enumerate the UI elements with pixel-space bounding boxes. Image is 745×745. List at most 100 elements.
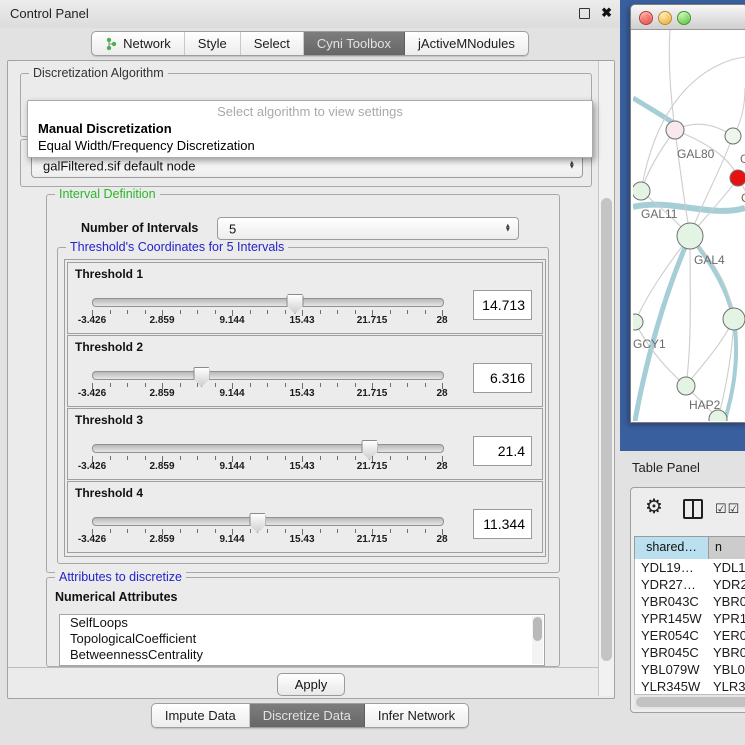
network-edge[interactable] xyxy=(669,30,675,130)
threshold-value-field[interactable]: 21.4 xyxy=(473,436,532,466)
table-row[interactable]: YPR145WYPR14 xyxy=(635,610,745,627)
node-label: GAL80 xyxy=(677,147,715,161)
apply-button[interactable]: Apply xyxy=(277,673,345,696)
bottom-tab-bar: Impute Data Discretize Data Infer Network xyxy=(0,703,620,728)
tab-style[interactable]: Style xyxy=(185,32,241,55)
combo-arrows-icon: ▲▼ xyxy=(505,224,511,233)
network-edge[interactable] xyxy=(686,236,690,386)
network-canvas[interactable]: GAL80GACGAL11GAL4GCY1HHAP2 xyxy=(633,30,745,421)
threshold-slider[interactable] xyxy=(92,517,444,526)
network-node[interactable] xyxy=(633,314,643,330)
content-scrollbar[interactable] xyxy=(598,61,614,696)
cell-name: YDR27 xyxy=(709,576,745,593)
network-node[interactable] xyxy=(723,308,745,330)
algorithm-dropdown-popup: Select algorithm to view settings Manual… xyxy=(27,100,593,158)
tab-label: Select xyxy=(254,36,290,51)
table-row[interactable]: YBL079WYBL07 xyxy=(635,661,745,678)
cell-shared-name: YLR345W xyxy=(635,678,709,695)
threshold-value-field[interactable]: 14.713 xyxy=(473,290,532,320)
threshold-label: Threshold 4 xyxy=(75,486,143,500)
network-node[interactable] xyxy=(730,170,745,186)
cell-name: YDL19 xyxy=(709,559,745,576)
attribute-list-item[interactable]: BetweennessCentrality xyxy=(60,647,544,663)
float-window-icon[interactable] xyxy=(579,8,590,19)
num-intervals-value: 5 xyxy=(229,221,236,236)
tab-impute-data[interactable]: Impute Data xyxy=(152,704,250,727)
tab-network[interactable]: Network xyxy=(92,32,185,55)
panel-title: Control Panel xyxy=(10,6,89,21)
table-header-row: shared… n xyxy=(634,536,745,561)
attributes-group-title: Attributes to discretize xyxy=(55,570,186,584)
tab-cyni-toolbox[interactable]: Cyni Toolbox xyxy=(304,32,405,55)
tab-label: Cyni Toolbox xyxy=(317,36,391,51)
network-node[interactable] xyxy=(725,128,741,144)
attribute-list-item[interactable]: TopologicalCoefficient xyxy=(60,631,544,647)
control-panel: Control Panel ✖ Network Style Select Cyni T… xyxy=(0,0,620,745)
node-label: HAP2 xyxy=(689,398,721,412)
top-tab-bar: Network Style Select Cyni Toolbox jActiveMNo… xyxy=(0,31,620,56)
network-node[interactable] xyxy=(677,377,695,395)
num-intervals-combobox[interactable]: 5 ▲▼ xyxy=(217,217,519,240)
network-edge-highlighted[interactable] xyxy=(690,236,734,319)
close-icon[interactable]: ✖ xyxy=(601,5,612,21)
tab-label: Discretize Data xyxy=(263,708,351,723)
table-row[interactable]: YDR27…YDR27 xyxy=(635,576,745,593)
threshold-label: Threshold 2 xyxy=(75,340,143,354)
dropdown-prompt-item[interactable]: Select algorithm to view settings xyxy=(28,103,592,120)
thresholds-container: Threshold 1 -3.4262.8599.14415.4321.71528… xyxy=(64,259,546,557)
network-window-titlebar[interactable] xyxy=(631,5,745,30)
network-edge[interactable] xyxy=(641,130,675,191)
threshold-slider[interactable] xyxy=(92,444,444,453)
dropdown-item[interactable]: Equal Width/Frequency Discretization xyxy=(28,137,592,154)
checkbox-icons[interactable]: ☑☑ xyxy=(715,501,740,517)
tab-select[interactable]: Select xyxy=(241,32,304,55)
tab-infer-network[interactable]: Infer Network xyxy=(365,704,468,727)
tab-discretize-data[interactable]: Discretize Data xyxy=(250,704,365,727)
column-header-shared-name[interactable]: shared… xyxy=(635,537,709,560)
table-row[interactable]: YLR345WYLR34 xyxy=(635,678,745,695)
numerical-attributes-list[interactable]: SelfLoopsTopologicalCoefficientBetweenne… xyxy=(59,614,545,666)
attributes-scroll-thumb[interactable] xyxy=(533,617,542,641)
threshold-slider[interactable] xyxy=(92,298,444,307)
threshold-value-field[interactable]: 6.316 xyxy=(473,363,532,393)
table-row[interactable]: YBR045CYBR04 xyxy=(635,644,745,661)
threshold-value-field[interactable]: 11.344 xyxy=(473,509,532,539)
network-node[interactable] xyxy=(666,121,684,139)
minimize-traffic-light[interactable] xyxy=(658,11,672,25)
attribute-list-item[interactable]: SelfLoops xyxy=(60,615,544,631)
table-hscrollbar[interactable] xyxy=(634,694,745,709)
numerical-attributes-heading: Numerical Attributes xyxy=(55,590,177,604)
content-scroll-thumb[interactable] xyxy=(601,198,612,661)
close-traffic-light[interactable] xyxy=(639,11,653,25)
attributes-scrollbar[interactable] xyxy=(532,616,543,664)
cell-shared-name: YBL079W xyxy=(635,661,709,678)
network-edge[interactable] xyxy=(686,319,734,386)
threshold-label: Threshold 3 xyxy=(75,413,143,427)
table-row[interactable]: YDL19…YDL19 xyxy=(635,559,745,576)
table-row[interactable]: YBR043CYBR04 xyxy=(635,593,745,610)
tab-jactivemnodules[interactable]: jActiveMNodules xyxy=(405,32,528,55)
threshold-label: Threshold 1 xyxy=(75,267,143,281)
threshold-panel: Threshold 4 -3.4262.8599.14415.4321.71528… xyxy=(67,481,543,553)
table-rows: YDL19…YDL19YDR27…YDR27YBR043CYBR04YPR145… xyxy=(634,559,745,696)
table-hscroll-thumb[interactable] xyxy=(636,697,745,707)
tab-label: Style xyxy=(198,36,227,51)
threshold-slider[interactable] xyxy=(92,371,444,380)
slider-tick-labels: -3.4262.8599.14415.4321.71528 xyxy=(92,534,442,546)
cell-name: YPR14 xyxy=(709,610,745,627)
slider-tick-labels: -3.4262.8599.14415.4321.71528 xyxy=(92,461,442,473)
network-edge[interactable] xyxy=(690,236,734,319)
tab-label: Network xyxy=(123,36,171,51)
network-node[interactable] xyxy=(677,223,703,249)
cell-shared-name: YPR145W xyxy=(635,610,709,627)
dropdown-item[interactable]: Manual Discretization xyxy=(28,120,592,137)
zoom-traffic-light[interactable] xyxy=(677,11,691,25)
network-node[interactable] xyxy=(633,182,650,200)
split-columns-icon[interactable] xyxy=(683,499,703,519)
column-header-name[interactable]: n xyxy=(709,537,745,560)
node-label: GCY1 xyxy=(633,337,666,351)
table-row[interactable]: YER054CYER05 xyxy=(635,627,745,644)
slider-tick-labels: -3.4262.8599.14415.4321.71528 xyxy=(92,388,442,400)
gear-icon[interactable]: ⚙ xyxy=(645,497,663,517)
interval-group-title: Interval Definition xyxy=(55,187,160,201)
